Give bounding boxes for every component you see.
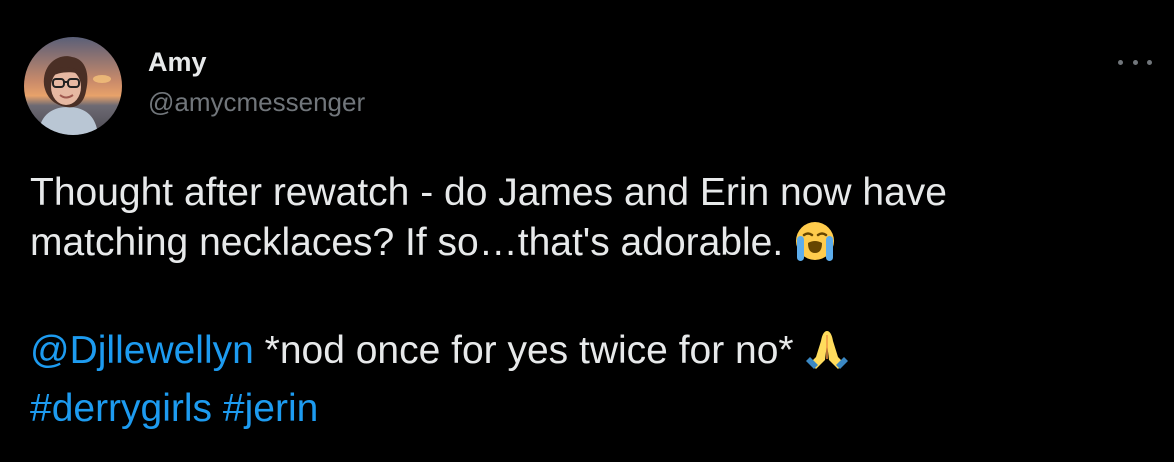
avatar[interactable] (24, 37, 122, 135)
author-name[interactable]: Amy (148, 47, 207, 78)
tweet-line-text: *nod once for yes twice for no* (253, 329, 794, 372)
folded-hands-emoji-icon (804, 327, 850, 384)
author-handle[interactable]: @amycmessenger (148, 87, 365, 118)
hashtag-link[interactable]: #jerin (223, 387, 318, 430)
tweet-line: matching necklaces? If so…that's adorabl… (30, 218, 1150, 276)
mention-link[interactable]: @Djllewellyn (30, 329, 254, 372)
more-options-button[interactable] (1118, 52, 1152, 72)
tweet-line: #derrygirls #jerin (30, 384, 1150, 434)
more-dots-icon (1118, 59, 1123, 65)
hashtag-link[interactable]: #derrygirls (30, 387, 212, 430)
tweet-line: @Djllewellyn *nod once for yes twice for… (30, 326, 1150, 384)
tweet-line: Thought after rewatch - do James and Eri… (30, 171, 947, 214)
tweet-text: Thought after rewatch - do James and Eri… (30, 168, 1150, 434)
loudly-crying-face-emoji-icon (793, 219, 837, 276)
tweet-line-text: matching necklaces? If so…that's adorabl… (30, 221, 784, 264)
tweet-card: Amy @amycmessenger Thought after rewatch… (0, 0, 1174, 462)
profile-photo-icon (24, 37, 122, 135)
